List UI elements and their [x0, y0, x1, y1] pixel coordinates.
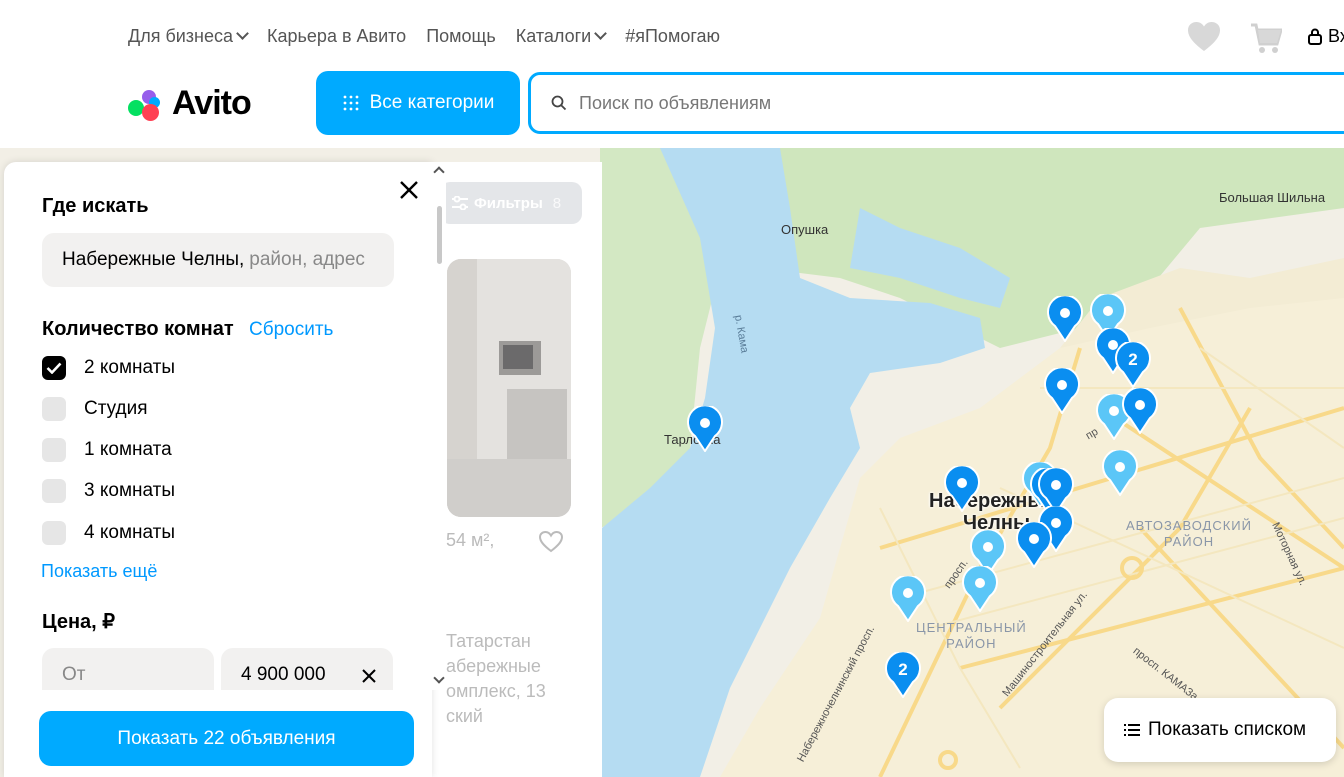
filters-panel: Где искать Набережные Челны, район, адре… [4, 162, 432, 777]
search-icon [551, 95, 567, 111]
room-photo-image [447, 259, 571, 517]
rooms-option-3[interactable]: 3 комнаты [42, 479, 175, 503]
nav-link-ya-pomogayu[interactable]: #яПомогаю [625, 26, 720, 47]
show-list-button[interactable]: Показать списком [1104, 698, 1336, 762]
clear-icon[interactable] [362, 669, 376, 683]
avito-logo[interactable]: Avito [128, 84, 252, 123]
map-cluster-pin[interactable]: 2 [1115, 340, 1151, 389]
nav-link-career[interactable]: Карьера в Авито [267, 26, 406, 47]
cluster-count: 2 [1128, 350, 1138, 369]
rooms-option-label: 1 комната [84, 439, 172, 460]
filters-button[interactable]: Фильтры 8 [440, 182, 582, 224]
rooms-title: Количество комнат [42, 318, 234, 340]
scroll-down-icon[interactable] [433, 672, 445, 684]
where-title: Где искать [42, 195, 149, 217]
login-link[interactable]: Вх [1308, 26, 1344, 47]
checkmark-icon [46, 362, 62, 374]
close-icon[interactable] [398, 179, 420, 201]
district-auto-line1: АВТОЗАВОДСКИЙ [1126, 518, 1252, 533]
cart-icon[interactable] [1250, 22, 1282, 54]
price-from-placeholder: От [62, 664, 86, 685]
map-pin-icon[interactable] [944, 464, 980, 513]
scroll-thumb[interactable] [437, 206, 442, 264]
nav-link-business-label: Для бизнеса [128, 26, 234, 46]
map-pin-icon[interactable] [1047, 294, 1083, 343]
map-label-opushka: Опушка [781, 222, 829, 237]
nav-link-catalogs[interactable]: Каталоги [515, 26, 608, 47]
top-nav-links: Для бизнеса Карьера в Авито Помощь Катал… [128, 26, 720, 47]
location-input[interactable]: Набережные Челны, район, адрес [42, 233, 394, 287]
checkbox[interactable] [42, 397, 66, 421]
listing-address-line4: ский [446, 706, 483, 726]
show-results-button[interactable]: Показать 22 объявления [39, 711, 414, 766]
map-district-centralny: ЦЕНТРАЛЬНЫЙ РАЙОН [916, 620, 1027, 652]
listing-address-line1: Татарстан [446, 631, 531, 651]
listing-photo[interactable] [447, 259, 571, 517]
listing-address-line3: омплекс, 13 [446, 681, 546, 701]
favorite-heart-icon[interactable] [539, 531, 563, 553]
rooms-option-1[interactable]: 1 комната [42, 438, 172, 462]
rooms-option-studio[interactable]: Студия [42, 397, 148, 421]
location-value: Набережные Челны, [62, 249, 245, 270]
map-pin-icon[interactable] [890, 574, 926, 623]
rooms-option-label: 4 комнаты [84, 522, 176, 543]
favorites-heart-icon[interactable] [1188, 22, 1220, 52]
list-icon [1124, 724, 1140, 736]
map-pin-icon[interactable] [1102, 448, 1138, 497]
logo-wordmark: Avito [172, 84, 252, 122]
search-placeholder: Поиск по объявлениям [579, 92, 772, 113]
show-more-link[interactable]: Показать ещё [41, 561, 157, 582]
map-pin-icon[interactable] [1044, 366, 1080, 415]
sliders-icon [452, 196, 468, 210]
rooms-option-2[interactable]: 2 комнаты [42, 356, 175, 380]
reset-rooms-link[interactable]: Сбросить [249, 319, 333, 341]
district-center-line2: РАЙОН [946, 636, 997, 651]
search-input[interactable]: Поиск по объявлениям [528, 72, 1344, 134]
header: Avito Все категории Поиск по объявлениям [0, 71, 1344, 148]
map-label-bolshaya-shilna: Большая Шильна [1219, 190, 1326, 205]
district-auto-line2: РАЙОН [1163, 534, 1215, 549]
map-pin-icon[interactable] [687, 404, 723, 453]
map-pin-icon[interactable] [1016, 520, 1052, 569]
checkbox-checked[interactable] [42, 356, 66, 380]
nav-link-business[interactable]: Для бизнеса [128, 26, 249, 47]
filters-count: 8 [552, 194, 562, 212]
logo-dots-icon [128, 87, 166, 121]
checkbox[interactable] [42, 479, 66, 503]
nav-link-help[interactable]: Помощь [426, 26, 496, 47]
grid-dots-icon [343, 95, 358, 111]
map-pin-icon[interactable] [1122, 386, 1158, 435]
show-list-label: Показать списком [1148, 719, 1307, 740]
chevron-down-icon [236, 27, 249, 40]
all-categories-label: Все категории [369, 92, 495, 113]
listing-area: 54 м², [446, 530, 495, 550]
checkbox[interactable] [42, 521, 66, 545]
top-nav: Для бизнеса Карьера в Авито Помощь Катал… [0, 0, 1344, 72]
lock-icon [1308, 28, 1322, 45]
district-center-line1: ЦЕНТРАЛЬНЫЙ [916, 620, 1027, 635]
price-to-value: 4 900 000 [241, 664, 326, 685]
rooms-option-label: 2 комнаты [84, 357, 176, 378]
checkbox[interactable] [42, 438, 66, 462]
rooms-option-label: 3 комнаты [84, 480, 176, 501]
rooms-option-label: Студия [84, 398, 148, 419]
price-title: Цена, ₽ [42, 611, 116, 633]
map-district-avtozavodsky: АВТОЗАВОДСКИЙ РАЙОН [1126, 518, 1252, 550]
nav-link-catalogs-label: Каталоги [515, 26, 592, 46]
location-placeholder: район, адрес [249, 249, 365, 270]
rooms-option-4[interactable]: 4 комнаты [42, 521, 175, 545]
map-cluster-pin[interactable]: 2 [885, 650, 921, 699]
cluster-count: 2 [898, 660, 908, 679]
login-label: Вх [1328, 26, 1344, 46]
listing-address-line2: абережные [446, 656, 541, 676]
map-pin-icon[interactable] [962, 564, 998, 613]
chevron-down-icon [594, 27, 608, 40]
filters-label: Фильтры [474, 194, 543, 212]
scroll-up-icon[interactable] [433, 166, 445, 178]
panel-scrollbar[interactable] [432, 162, 446, 690]
all-categories-button[interactable]: Все категории [316, 71, 520, 135]
